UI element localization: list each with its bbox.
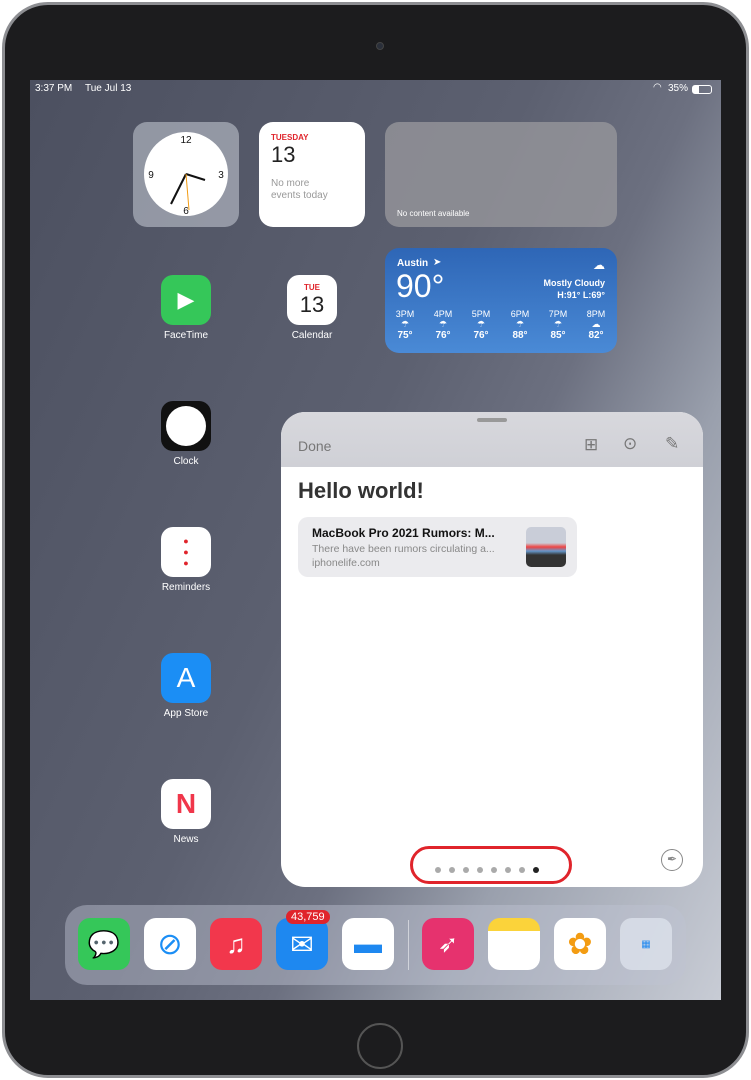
battery-icon (692, 85, 712, 94)
forecast-hour: 7PM ☂ 85° (543, 309, 573, 341)
forecast-time: 6PM (510, 309, 530, 319)
link-title: MacBook Pro 2021 Rumors: M... (312, 526, 495, 540)
weather-widget[interactable]: Austin ➤ 90° ☁ Mostly Cloudy H:91° L:69°… (385, 248, 617, 353)
forecast-hour: 5PM ☂ 76° (466, 309, 496, 341)
status-time: 3:37 PM (35, 83, 73, 94)
forecast-hour: 4PM ☂ 76° (428, 309, 458, 341)
note-title[interactable]: Hello world! (298, 478, 424, 504)
rain-cloud-icon: ☂ (515, 319, 525, 329)
calendar-icon: TUE 13 (287, 275, 337, 325)
calendar-widget-events: No more events today (271, 178, 328, 201)
weather-condition: Mostly Cloudy (543, 278, 605, 288)
forecast-time: 8PM (586, 309, 606, 319)
app-app-store[interactable]: A App Store (158, 653, 214, 719)
empty-widget[interactable]: No content available (385, 122, 617, 227)
app-label: App Store (163, 708, 209, 719)
rain-cloud-icon: ☂ (476, 319, 486, 329)
calendar-icon-day: TUE (304, 282, 320, 292)
notes-icon[interactable] (488, 918, 540, 970)
video-camera-icon: ▶ (161, 275, 211, 325)
spark-icon[interactable]: ➶ (422, 918, 474, 970)
clock-widget[interactable]: 12 3 6 9 (133, 122, 239, 227)
forecast-time: 4PM (433, 309, 453, 319)
wifi-icon: ◠ (653, 82, 662, 93)
app-label: Calendar (291, 330, 333, 341)
done-button[interactable]: Done (298, 438, 331, 454)
news-icon: N (161, 779, 211, 829)
forecast-temp: 76° (435, 330, 451, 341)
app-label: Clock (173, 456, 199, 467)
app-label: News (173, 834, 199, 845)
quick-note-panel: Done ⊞ ⊙ ✎ Hello world! MacBook Pro 2021… (281, 412, 703, 887)
app-reminders[interactable]: ● ● ● Reminders (158, 527, 214, 593)
clock-icon (161, 401, 211, 451)
forecast-temp: 88° (512, 330, 528, 341)
photos-icon[interactable]: ✿ (554, 918, 606, 970)
battery-percent: 35% (668, 83, 689, 94)
calendar-icon-date: 13 (299, 291, 325, 317)
highlight-circle (410, 846, 572, 884)
status-date: Tue Jul 13 (85, 83, 132, 94)
cloud-icon: ☁ (591, 319, 601, 329)
forecast-temp: 75° (397, 330, 413, 341)
link-description: There have been rumors circulating a... (312, 543, 495, 555)
forecast-temp: 85° (550, 330, 566, 341)
app-news[interactable]: N News (158, 779, 214, 845)
front-camera (376, 42, 384, 50)
calendar-widget-day: TUESDAY (271, 133, 309, 142)
home-button[interactable] (357, 1023, 403, 1069)
link-site: iphonelife.com (312, 557, 380, 569)
svg-text:9: 9 (148, 170, 154, 181)
rain-cloud-icon: ☂ (553, 319, 563, 329)
forecast-hour: 3PM ☂ 75° (390, 309, 420, 341)
svg-text:3: 3 (218, 170, 224, 181)
mail-badge: 43,759 (286, 910, 330, 924)
link-thumbnail (526, 527, 566, 567)
forecast-hour: 8PM ☁ 82° (581, 309, 611, 341)
app-calendar[interactable]: TUE 13 Calendar (284, 275, 340, 341)
svg-text:6: 6 (183, 206, 189, 217)
calendar-widget[interactable]: TUESDAY 13 No more events today (259, 122, 365, 227)
app-store-icon: A (161, 653, 211, 703)
home-screen: 3:37 PM Tue Jul 13 ◠ 35% 12 3 6 9 TUESDAY 1… (30, 80, 721, 1000)
app-label: Reminders (161, 582, 211, 593)
mail-icon[interactable]: ✉ (276, 918, 328, 970)
rain-cloud-icon: ☂ (438, 319, 448, 329)
markup-pen-icon[interactable]: ✒ (661, 849, 683, 871)
drag-handle[interactable] (477, 418, 507, 422)
music-icon[interactable]: ♫ (210, 918, 262, 970)
files-icon[interactable]: ▬ (342, 918, 394, 970)
rain-cloud-icon: ☂ (400, 319, 410, 329)
weather-temp: 90° (396, 268, 445, 304)
app-clock[interactable]: Clock (158, 401, 214, 467)
svg-text:12: 12 (180, 135, 192, 146)
safari-icon[interactable]: ⊘ (144, 918, 196, 970)
compose-icon[interactable]: ✎ (665, 434, 679, 454)
cloud-icon: ☁ (593, 258, 605, 272)
dock-divider (408, 920, 409, 970)
weather-hilo: H:91° L:69° (557, 290, 605, 300)
app-facetime[interactable]: ▶ FaceTime (158, 275, 214, 341)
forecast-temp: 76° (473, 330, 489, 341)
forecast-time: 5PM (471, 309, 491, 319)
reminders-icon: ● ● ● (161, 527, 211, 577)
app-label: FaceTime (163, 330, 209, 341)
more-icon[interactable]: ⊙ (623, 434, 637, 454)
app-library-icon[interactable]: ▦ (620, 918, 672, 970)
messages-icon[interactable]: 💬 (78, 918, 130, 970)
calendar-widget-date: 13 (271, 142, 296, 167)
location-arrow-icon: ➤ (433, 257, 442, 268)
dock: 💬 ⊘ ♫ ✉ 43,759 ▬ ➶ ✿ ▦ (65, 905, 686, 985)
forecast-temp: 82° (588, 330, 604, 341)
link-preview-card[interactable]: MacBook Pro 2021 Rumors: M... There have… (298, 517, 577, 577)
analog-clock-icon: 12 3 6 9 (144, 132, 228, 217)
note-toolbar: Done ⊞ ⊙ ✎ (281, 412, 703, 467)
forecast-hour: 6PM ☂ 88° (505, 309, 535, 341)
grid-icon[interactable]: ⊞ (584, 435, 598, 455)
forecast-time: 3PM (395, 309, 415, 319)
empty-widget-text: No content available (397, 209, 470, 218)
forecast-time: 7PM (548, 309, 568, 319)
